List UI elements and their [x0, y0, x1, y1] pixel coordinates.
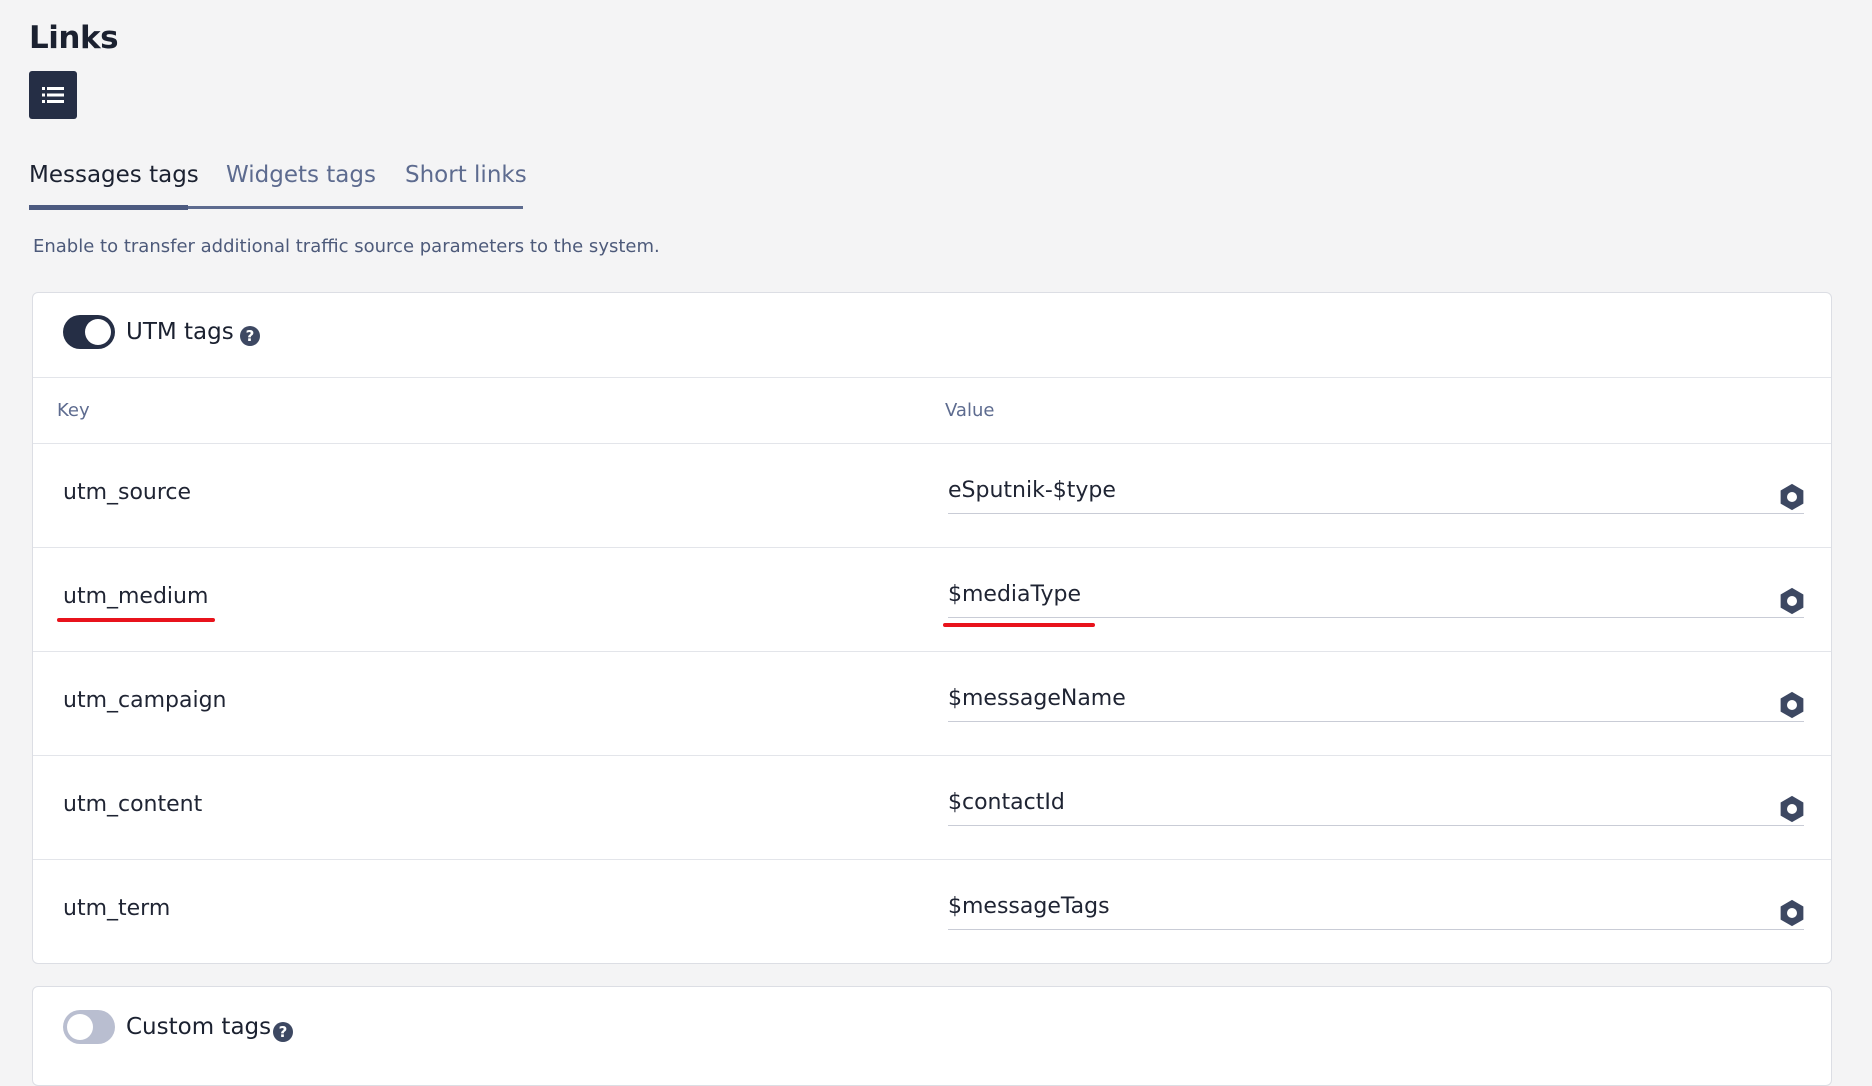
tab-messages-tags[interactable]: Messages tags [29, 162, 199, 188]
custom-tags-header: Custom tags ? [33, 987, 1831, 1071]
description-text: Enable to transfer additional traffic so… [33, 236, 660, 257]
custom-tags-toggle[interactable] [63, 1010, 115, 1044]
table-row: utm_source eSputnik-$type [33, 443, 1831, 547]
table-row: utm_term $messageTags [33, 859, 1831, 963]
row-key: utm_campaign [63, 688, 227, 713]
gear-icon[interactable] [1777, 586, 1807, 616]
toggle-knob [85, 319, 111, 345]
question-icon[interactable]: ? [240, 326, 260, 346]
row-key: utm_medium [63, 584, 209, 609]
row-key: utm_content [63, 792, 203, 817]
key-highlight-underline [57, 618, 215, 622]
page-title: Links [29, 20, 119, 56]
row-key: utm_term [63, 896, 171, 921]
value-input[interactable]: eSputnik-$type [948, 464, 1804, 514]
gear-icon[interactable] [1777, 794, 1807, 824]
value-input[interactable]: $contactId [948, 776, 1804, 826]
table-row: utm_content $contactId [33, 755, 1831, 859]
table-row: utm_campaign $messageName [33, 651, 1831, 755]
tab-short-links[interactable]: Short links [405, 162, 527, 188]
gear-icon[interactable] [1777, 482, 1807, 512]
list-view-button[interactable] [29, 71, 77, 119]
value-input-text: $contactId [948, 790, 1065, 815]
value-input[interactable]: $messageTags [948, 880, 1804, 930]
gear-icon[interactable] [1777, 898, 1807, 928]
utm-tags-header: UTM tags ? [33, 293, 1831, 377]
value-highlight-underline [943, 623, 1095, 627]
toggle-knob [67, 1014, 93, 1040]
table-header: Key Value [33, 377, 1831, 443]
column-header-value: Value [945, 400, 995, 421]
utm-tags-title: UTM tags [126, 319, 234, 345]
gear-icon[interactable] [1777, 690, 1807, 720]
value-input-text: $mediaType [948, 582, 1082, 607]
active-tab-indicator [29, 205, 188, 210]
utm-tags-toggle[interactable] [63, 315, 115, 349]
value-input[interactable]: $messageName [948, 672, 1804, 722]
tab-bar: Messages tags Widgets tags Short links [29, 158, 527, 210]
custom-tags-card: Custom tags ? [32, 986, 1832, 1086]
custom-tags-title: Custom tags [126, 1014, 272, 1040]
utm-tags-card: UTM tags ? Key Value utm_source eSputnik… [32, 292, 1832, 964]
value-input-text: eSputnik-$type [948, 478, 1116, 503]
list-icon [42, 87, 64, 103]
row-key: utm_source [63, 480, 192, 505]
column-header-key: Key [57, 400, 90, 421]
value-input[interactable]: $mediaType [948, 568, 1804, 618]
question-icon[interactable]: ? [273, 1022, 293, 1042]
value-input-text: $messageName [948, 686, 1126, 711]
value-input-text: $messageTags [948, 894, 1110, 919]
table-row: utm_medium $mediaType [33, 547, 1831, 651]
tab-widgets-tags[interactable]: Widgets tags [226, 162, 376, 188]
